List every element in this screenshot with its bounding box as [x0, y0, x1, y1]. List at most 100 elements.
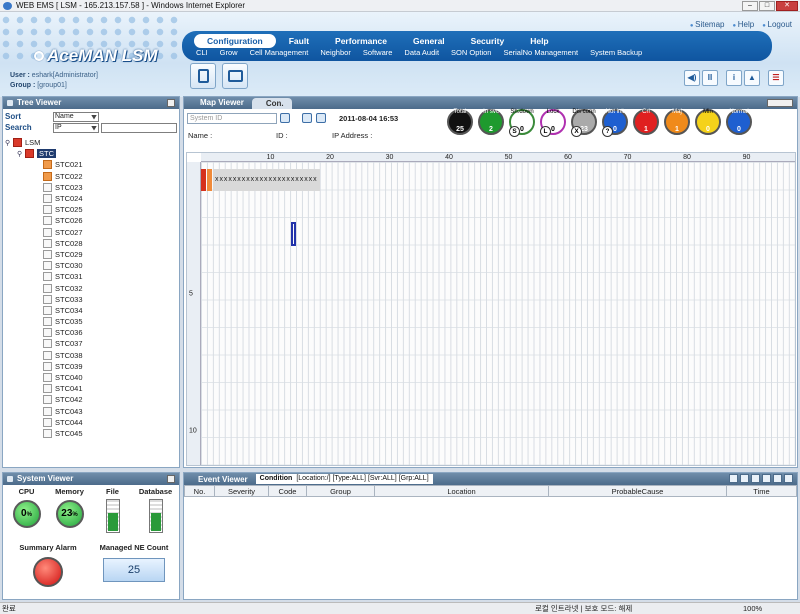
zoom-level[interactable]: 100% — [743, 603, 762, 614]
search-icon[interactable] — [280, 113, 290, 123]
tree-node[interactable]: STC026 — [5, 215, 179, 226]
tree-node[interactable]: STC031 — [5, 271, 179, 282]
pause-icon[interactable]: II — [702, 70, 718, 86]
menu-security[interactable]: Security — [458, 34, 518, 48]
ne-disconnected-cells[interactable]: xxxxxxxxxxxxxxxxxxxxxxx — [213, 169, 320, 191]
tab-map-viewer[interactable]: Map Viewer — [184, 97, 252, 109]
tree-node[interactable]: STC022 — [5, 171, 179, 182]
submenu-grow[interactable]: Grow — [214, 48, 244, 57]
system-id-input[interactable]: System ID — [187, 113, 277, 124]
sound-icon[interactable]: ◀) — [684, 70, 700, 86]
submenu-serialno-management[interactable]: SerialNo Management — [497, 48, 584, 57]
submenu-data-audit[interactable]: Data Audit — [398, 48, 445, 57]
menu-general[interactable]: General — [400, 34, 458, 48]
tree-node[interactable]: STC035 — [5, 316, 179, 327]
menu-fault[interactable]: Fault — [276, 34, 322, 48]
tree-node[interactable]: STC044 — [5, 417, 179, 428]
minimize-icon[interactable] — [167, 475, 175, 483]
menu-configuration[interactable]: Configuration — [194, 34, 276, 48]
col-time[interactable]: Time — [726, 485, 797, 497]
save-icon[interactable] — [773, 474, 782, 483]
submenu-software[interactable]: Software — [357, 48, 399, 57]
tree-group[interactable]: ⚲ STC — [5, 148, 179, 159]
status-lock[interactable]: 0 Lock L — [539, 109, 567, 137]
tree-node[interactable]: STC029 — [5, 249, 179, 260]
map-tabs: Map Viewer Con. — [184, 97, 797, 109]
info-icon[interactable]: i — [726, 70, 742, 86]
status-cri[interactable]: 1 Cri — [632, 109, 660, 135]
tree-node[interactable]: STC032 — [5, 282, 179, 293]
minimize-icon[interactable] — [767, 99, 793, 107]
print-icon[interactable] — [751, 474, 760, 483]
col-severity[interactable]: Severity — [214, 485, 269, 497]
tree-node[interactable]: STC039 — [5, 361, 179, 372]
status-maj[interactable]: 1 Maj — [663, 109, 691, 135]
tree-node[interactable]: STC034 — [5, 305, 179, 316]
search-field-select[interactable]: IP — [53, 122, 99, 133]
ne-critical-cell[interactable] — [201, 169, 206, 191]
col-no[interactable]: No. — [184, 485, 215, 497]
export-icon[interactable] — [762, 474, 771, 483]
list-icon[interactable] — [316, 113, 326, 123]
maximize-button[interactable]: □ — [759, 1, 775, 11]
status-min[interactable]: 0 Min — [694, 109, 722, 135]
device-view-button[interactable] — [190, 63, 216, 89]
tree-node[interactable]: STC030 — [5, 260, 179, 271]
filter-icon[interactable] — [729, 474, 738, 483]
refresh-icon[interactable] — [302, 113, 312, 123]
submenu-son-option[interactable]: SON Option — [445, 48, 497, 57]
tree-node[interactable]: STC021 — [5, 159, 179, 170]
status-total[interactable]: 25 Total — [446, 109, 474, 135]
monitor-view-button[interactable] — [222, 63, 248, 89]
minimize-icon[interactable] — [167, 99, 175, 107]
event-condition[interactable]: Condition [Location:/] [Type:ALL] [Svr:AL… — [255, 474, 433, 484]
tab-con[interactable]: Con. — [251, 98, 292, 109]
col-probable-cause[interactable]: ProbableCause — [548, 485, 727, 497]
submenu-system-backup[interactable]: System Backup — [584, 48, 648, 57]
map-cells[interactable]: xxxxxxxxxxxxxxxxxxxxxxx — [201, 162, 795, 465]
tree-node[interactable]: STC036 — [5, 327, 179, 338]
close-button[interactable]: ✕ — [776, 1, 798, 11]
summary-alarm-light[interactable] — [33, 557, 63, 587]
col-group[interactable]: Group — [306, 485, 375, 497]
ne-icon — [43, 272, 52, 282]
tree-node[interactable]: STC024 — [5, 193, 179, 204]
mail-icon[interactable] — [740, 474, 749, 483]
sitemap-link[interactable]: Sitemap — [690, 20, 724, 29]
search-input[interactable] — [101, 122, 177, 133]
tree-node[interactable]: STC033 — [5, 294, 179, 305]
tree-node[interactable]: STC025 — [5, 204, 179, 215]
alarm-list-icon[interactable]: ☰ — [768, 70, 784, 86]
menu-help[interactable]: Help — [517, 34, 561, 48]
menu-performance[interactable]: Performance — [322, 34, 400, 48]
tree-node[interactable]: STC028 — [5, 238, 179, 249]
minimize-button[interactable]: – — [742, 1, 758, 11]
ne-major-cell[interactable] — [207, 169, 212, 191]
submenu-cell-management[interactable]: Cell Management — [244, 48, 315, 57]
status-sh-down[interactable]: 0 Sh.down S — [508, 109, 536, 137]
submenu-neighbor[interactable]: Neighbor — [314, 48, 356, 57]
col-code[interactable]: Code — [268, 485, 307, 497]
alert-icon[interactable]: ▲ — [744, 70, 760, 86]
col-location[interactable]: Location — [374, 485, 549, 497]
tree-node[interactable]: STC040 — [5, 372, 179, 383]
sort-select[interactable]: Name — [53, 111, 99, 122]
tree-root[interactable]: ⚲ LSM — [5, 137, 179, 148]
tree-node[interactable]: STC038 — [5, 350, 179, 361]
status-in-svc[interactable]: 2 In svc — [477, 109, 505, 135]
submenu-cli[interactable]: CLI — [190, 48, 214, 57]
minimize-icon[interactable] — [784, 474, 793, 483]
logout-link[interactable]: Logout — [762, 20, 792, 29]
tree-node[interactable]: STC043 — [5, 406, 179, 417]
tree-node[interactable]: STC023 — [5, 182, 179, 193]
help-link[interactable]: Help — [732, 20, 754, 29]
tree-node[interactable]: STC027 — [5, 227, 179, 238]
tree-node[interactable]: STC041 — [5, 383, 179, 394]
status-not-init[interactable]: 0 Not init? — [601, 109, 629, 137]
tree-node[interactable]: STC045 — [5, 428, 179, 439]
tree-node[interactable]: STC037 — [5, 338, 179, 349]
main-menu-bar: Configuration Fault Performance General … — [182, 31, 772, 61]
status-normal[interactable]: 0 Normal — [725, 109, 753, 135]
status-dis-conn[interactable]: 23 Dis conn X — [570, 109, 598, 137]
tree-node[interactable]: STC042 — [5, 394, 179, 405]
